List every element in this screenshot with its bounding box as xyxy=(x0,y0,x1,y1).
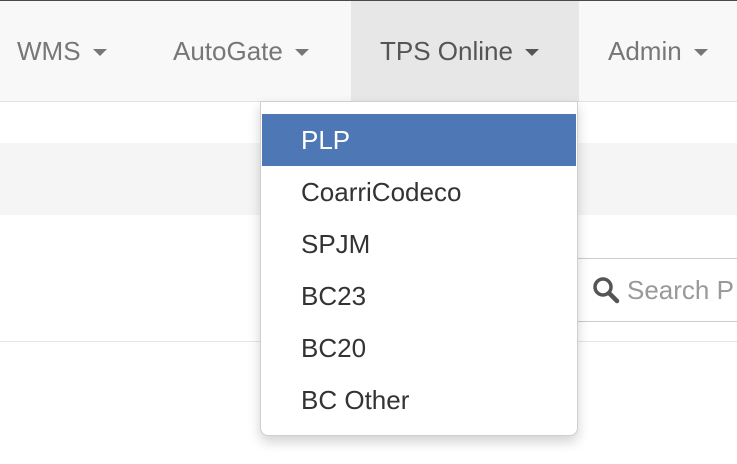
tps-online-dropdown-menu: PLP CoarriCodeco SPJM BC23 BC20 BC Other xyxy=(260,101,578,436)
menu-item-coarricodeco[interactable]: CoarriCodeco xyxy=(262,166,576,218)
search-icon xyxy=(591,275,621,305)
nav-item-label: Admin xyxy=(608,35,682,66)
menu-item-spjm[interactable]: SPJM xyxy=(262,218,576,270)
page: WMS AutoGate TPS Online Admin PLP xyxy=(0,0,737,464)
nav-item-admin[interactable]: Admin xyxy=(608,1,708,101)
menu-item-label: BC23 xyxy=(301,280,367,311)
nav-item-label: TPS Online xyxy=(380,35,513,66)
top-navbar: WMS AutoGate TPS Online Admin xyxy=(0,0,737,102)
caret-down-icon xyxy=(294,48,309,56)
nav-item-autogate[interactable]: AutoGate xyxy=(173,1,309,101)
caret-down-icon xyxy=(524,48,539,56)
caret-down-icon xyxy=(92,48,107,56)
menu-item-label: CoarriCodeco xyxy=(301,176,462,207)
menu-item-bc23[interactable]: BC23 xyxy=(262,270,576,322)
nav-item-label: WMS xyxy=(17,35,81,66)
caret-down-icon xyxy=(693,48,708,56)
search-input[interactable] xyxy=(627,274,737,306)
search-box[interactable] xyxy=(570,258,737,322)
nav-item-wms[interactable]: WMS xyxy=(17,1,107,101)
nav-item-tps-online[interactable]: TPS Online xyxy=(351,1,579,101)
menu-item-bc-other[interactable]: BC Other xyxy=(262,374,576,426)
menu-item-label: PLP xyxy=(301,124,351,155)
menu-item-label: BC Other xyxy=(301,384,410,415)
menu-item-label: SPJM xyxy=(301,228,371,259)
nav-item-label: AutoGate xyxy=(173,35,283,66)
menu-item-bc20[interactable]: BC20 xyxy=(262,322,576,374)
menu-item-label: BC20 xyxy=(301,332,367,363)
menu-item-plp[interactable]: PLP xyxy=(262,114,576,166)
